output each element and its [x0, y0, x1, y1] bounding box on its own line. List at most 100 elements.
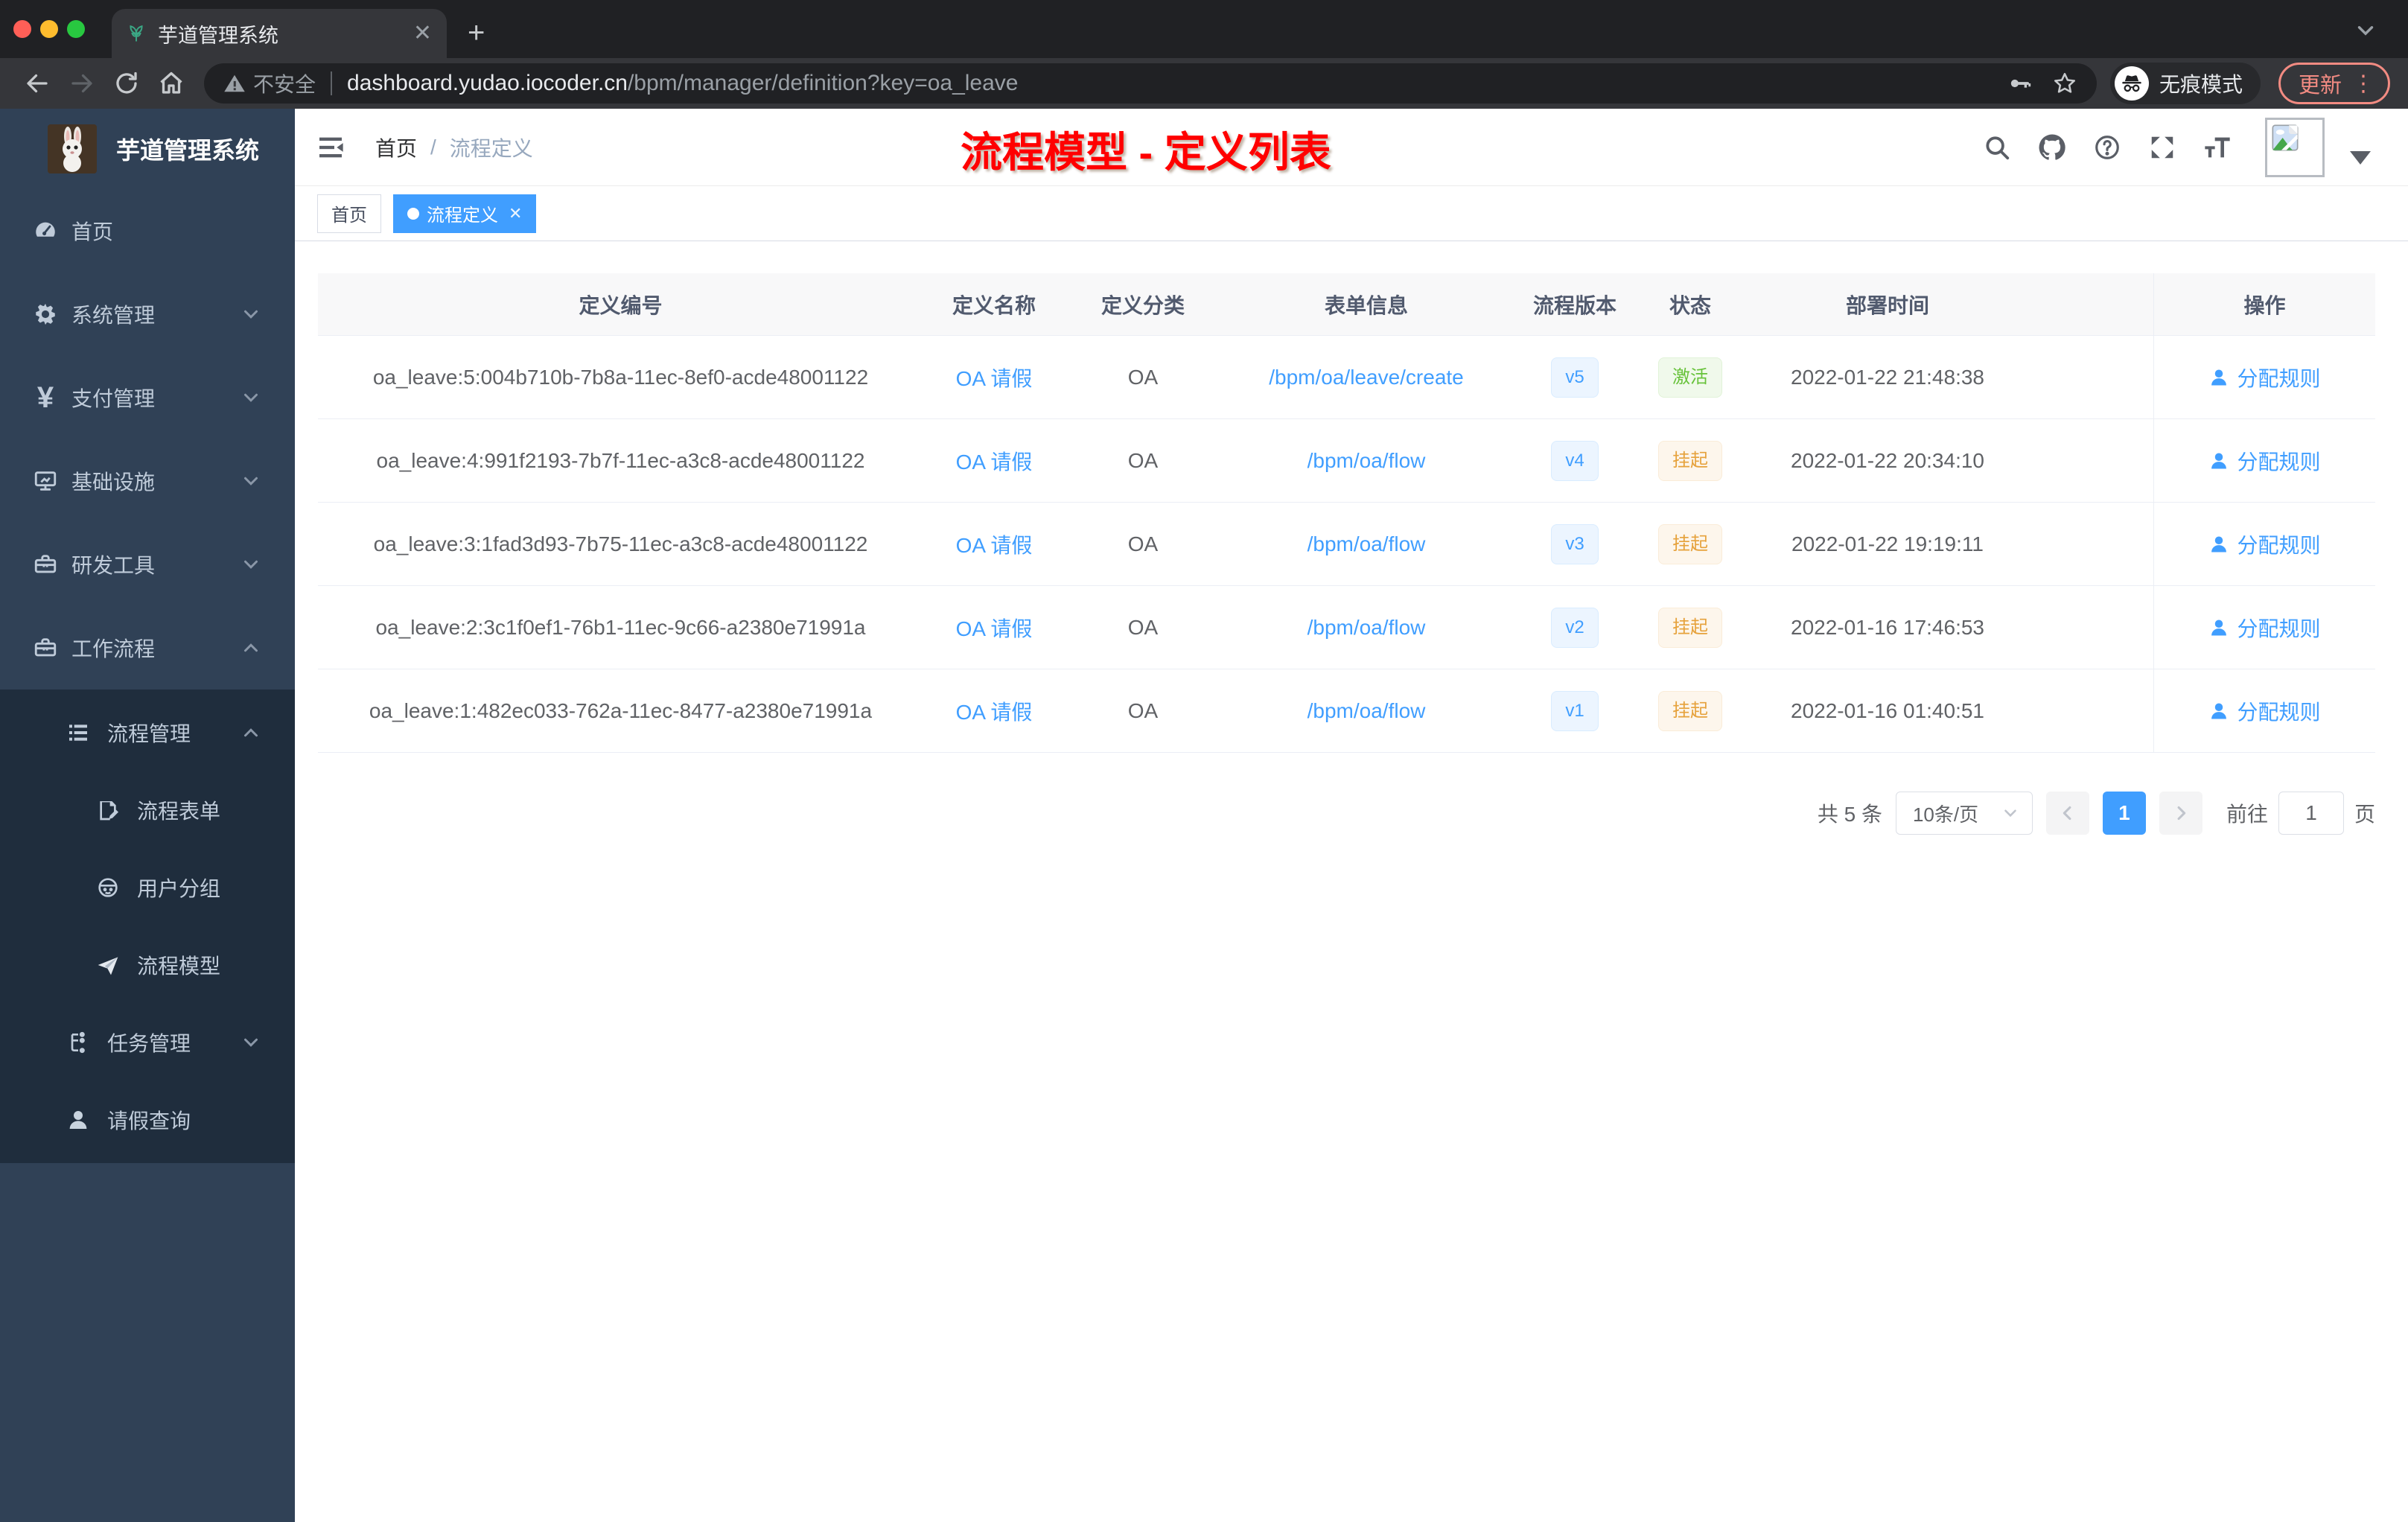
- sidebar-item-leave-query[interactable]: 请假查询: [0, 1081, 295, 1159]
- avatar-dropdown-caret-icon[interactable]: [2350, 150, 2371, 165]
- browser-tab[interactable]: 芋道管理系统 ✕: [112, 9, 447, 58]
- security-warning[interactable]: 不安全: [223, 69, 316, 98]
- next-page-button[interactable]: [2159, 792, 2202, 835]
- browser-menu-dots-icon[interactable]: ⋮: [2352, 71, 2374, 97]
- page-number-button[interactable]: 1: [2102, 792, 2146, 835]
- tag-home[interactable]: 首页: [317, 194, 381, 233]
- bookmark-star-icon[interactable]: [2052, 71, 2077, 96]
- definition-category: OA: [1127, 532, 1159, 555]
- logo-avatar: [48, 124, 97, 173]
- definition-name-link[interactable]: OA 请假: [956, 446, 1033, 476]
- url-bar[interactable]: 不安全 dashboard.yudao.iocoder.cn/bpm/manag…: [204, 63, 2097, 104]
- user-icon: [2211, 620, 2227, 635]
- form-edit-icon: [95, 797, 121, 823]
- page-size-select[interactable]: 10条/页: [1895, 792, 2033, 835]
- browser-update-button[interactable]: 更新 ⋮: [2278, 63, 2390, 104]
- tab-search-chevron-icon[interactable]: [2353, 18, 2378, 43]
- definition-name-link[interactable]: OA 请假: [956, 696, 1033, 726]
- avatar[interactable]: [2265, 117, 2325, 177]
- prev-page-button[interactable]: [2045, 792, 2089, 835]
- col-header-definition-name: 定义名称: [952, 293, 1036, 317]
- sidebar-item-devtools[interactable]: 研发工具: [0, 523, 295, 606]
- assign-rule-button[interactable]: 分配规则: [2208, 363, 2321, 392]
- back-button[interactable]: [18, 64, 57, 103]
- form-link[interactable]: /bpm/oa/flow: [1307, 449, 1426, 473]
- briefcase-icon: [33, 635, 58, 660]
- chevron-right-icon: [2177, 806, 2186, 821]
- breadcrumb: 首页 / 流程定义: [375, 133, 533, 162]
- form-link[interactable]: /bpm/oa/flow: [1307, 532, 1426, 556]
- version-badge: v5: [1551, 357, 1599, 398]
- deploy-time: 2022-01-22 21:48:38: [1791, 365, 1984, 389]
- assign-rule-button[interactable]: 分配规则: [2208, 446, 2321, 476]
- sidebar-logo[interactable]: 芋道管理系统: [0, 109, 295, 189]
- form-link[interactable]: /bpm/oa/leave/create: [1269, 366, 1464, 389]
- assign-rule-button[interactable]: 分配规则: [2208, 696, 2321, 726]
- tag-close-icon[interactable]: ✕: [509, 204, 522, 223]
- sidebar-item-process-form[interactable]: 流程表单: [0, 771, 295, 849]
- breadcrumb-home[interactable]: 首页: [375, 133, 417, 162]
- sidebar-item-task-management[interactable]: 任务管理: [0, 1004, 295, 1081]
- sidebar-item-system[interactable]: 系统管理: [0, 273, 295, 356]
- home-button[interactable]: [152, 64, 191, 103]
- incognito-icon: [2114, 66, 2149, 101]
- minimize-window-button[interactable]: [40, 20, 58, 38]
- reload-button[interactable]: [107, 64, 146, 103]
- user-icon: [2211, 453, 2227, 468]
- definition-name-link[interactable]: OA 请假: [956, 613, 1033, 643]
- assign-rule-button[interactable]: 分配规则: [2208, 613, 2321, 643]
- user-icon: [2211, 703, 2227, 719]
- close-window-button[interactable]: [13, 20, 31, 38]
- sidebar-menu: 首页 系统管理 ¥ 支付管理 基础设施 研发工具 工作流程 流程管理 流程表单 …: [0, 189, 295, 1163]
- definition-name-link[interactable]: OA 请假: [956, 529, 1033, 559]
- tags-view: 首页 流程定义 ✕: [295, 186, 2408, 241]
- status-badge: 挂起: [1658, 690, 1722, 731]
- sidebar-item-payment[interactable]: ¥ 支付管理: [0, 356, 295, 439]
- status-badge: 挂起: [1658, 607, 1722, 648]
- sidebar-item-workflow[interactable]: 工作流程: [0, 606, 295, 690]
- hamburger-icon[interactable]: [316, 133, 345, 162]
- assign-rule-button[interactable]: 分配规则: [2208, 529, 2321, 559]
- robot-face-icon: [95, 875, 121, 900]
- form-link[interactable]: /bpm/oa/flow: [1307, 616, 1426, 640]
- font-size-icon[interactable]: [2202, 133, 2232, 162]
- broken-image-icon: [2272, 124, 2299, 150]
- url-text[interactable]: dashboard.yudao.iocoder.cn/bpm/manager/d…: [347, 71, 2007, 96]
- breadcrumb-separator: /: [430, 135, 436, 159]
- forward-button[interactable]: [63, 64, 101, 103]
- window-controls[interactable]: [13, 20, 85, 38]
- col-header-status: 状态: [1669, 293, 1711, 317]
- sidebar-item-user-group[interactable]: 用户分组: [0, 849, 295, 926]
- url-divider: [331, 71, 333, 95]
- new-tab-button[interactable]: +: [468, 18, 485, 48]
- chevron-down-icon: [2004, 809, 2016, 818]
- github-icon[interactable]: [2037, 133, 2067, 162]
- fullscreen-icon[interactable]: [2147, 133, 2177, 162]
- search-icon[interactable]: [1982, 133, 2012, 162]
- tab-close-icon[interactable]: ✕: [413, 22, 432, 45]
- goto-label: 前往: [2226, 803, 2268, 826]
- user-icon: [66, 1107, 91, 1133]
- maximize-window-button[interactable]: [67, 20, 85, 38]
- sidebar-item-process-management[interactable]: 流程管理: [0, 694, 295, 771]
- url-path: /bpm/manager/definition?key=oa_leave: [627, 71, 1019, 95]
- sidebar-item-process-model[interactable]: 流程模型: [0, 926, 295, 1004]
- sidebar-item-home[interactable]: 首页: [0, 189, 295, 273]
- definition-category: OA: [1127, 615, 1159, 639]
- update-label: 更新: [2298, 74, 2342, 98]
- sidebar: 芋道管理系统 首页 系统管理 ¥ 支付管理 基础设施 研发工具 工作流程 流程管…: [0, 109, 295, 1522]
- browser-toolbar: 不安全 dashboard.yudao.iocoder.cn/bpm/manag…: [0, 58, 2408, 109]
- definition-name-link[interactable]: OA 请假: [956, 363, 1033, 392]
- dashboard-icon: [33, 218, 58, 243]
- paper-plane-icon: [95, 952, 121, 978]
- warning-triangle-icon: [224, 74, 245, 92]
- sidebar-item-infrastructure[interactable]: 基础设施: [0, 439, 295, 523]
- form-link[interactable]: /bpm/oa/flow: [1307, 699, 1426, 723]
- help-icon[interactable]: [2092, 133, 2122, 162]
- password-key-icon[interactable]: [2007, 71, 2033, 96]
- tag-process-definition[interactable]: 流程定义 ✕: [393, 194, 537, 233]
- definition-category: OA: [1127, 365, 1159, 389]
- col-header-process-version: 流程版本: [1532, 293, 1617, 317]
- chevron-down-icon: [240, 553, 262, 576]
- goto-page-input[interactable]: [2278, 792, 2344, 835]
